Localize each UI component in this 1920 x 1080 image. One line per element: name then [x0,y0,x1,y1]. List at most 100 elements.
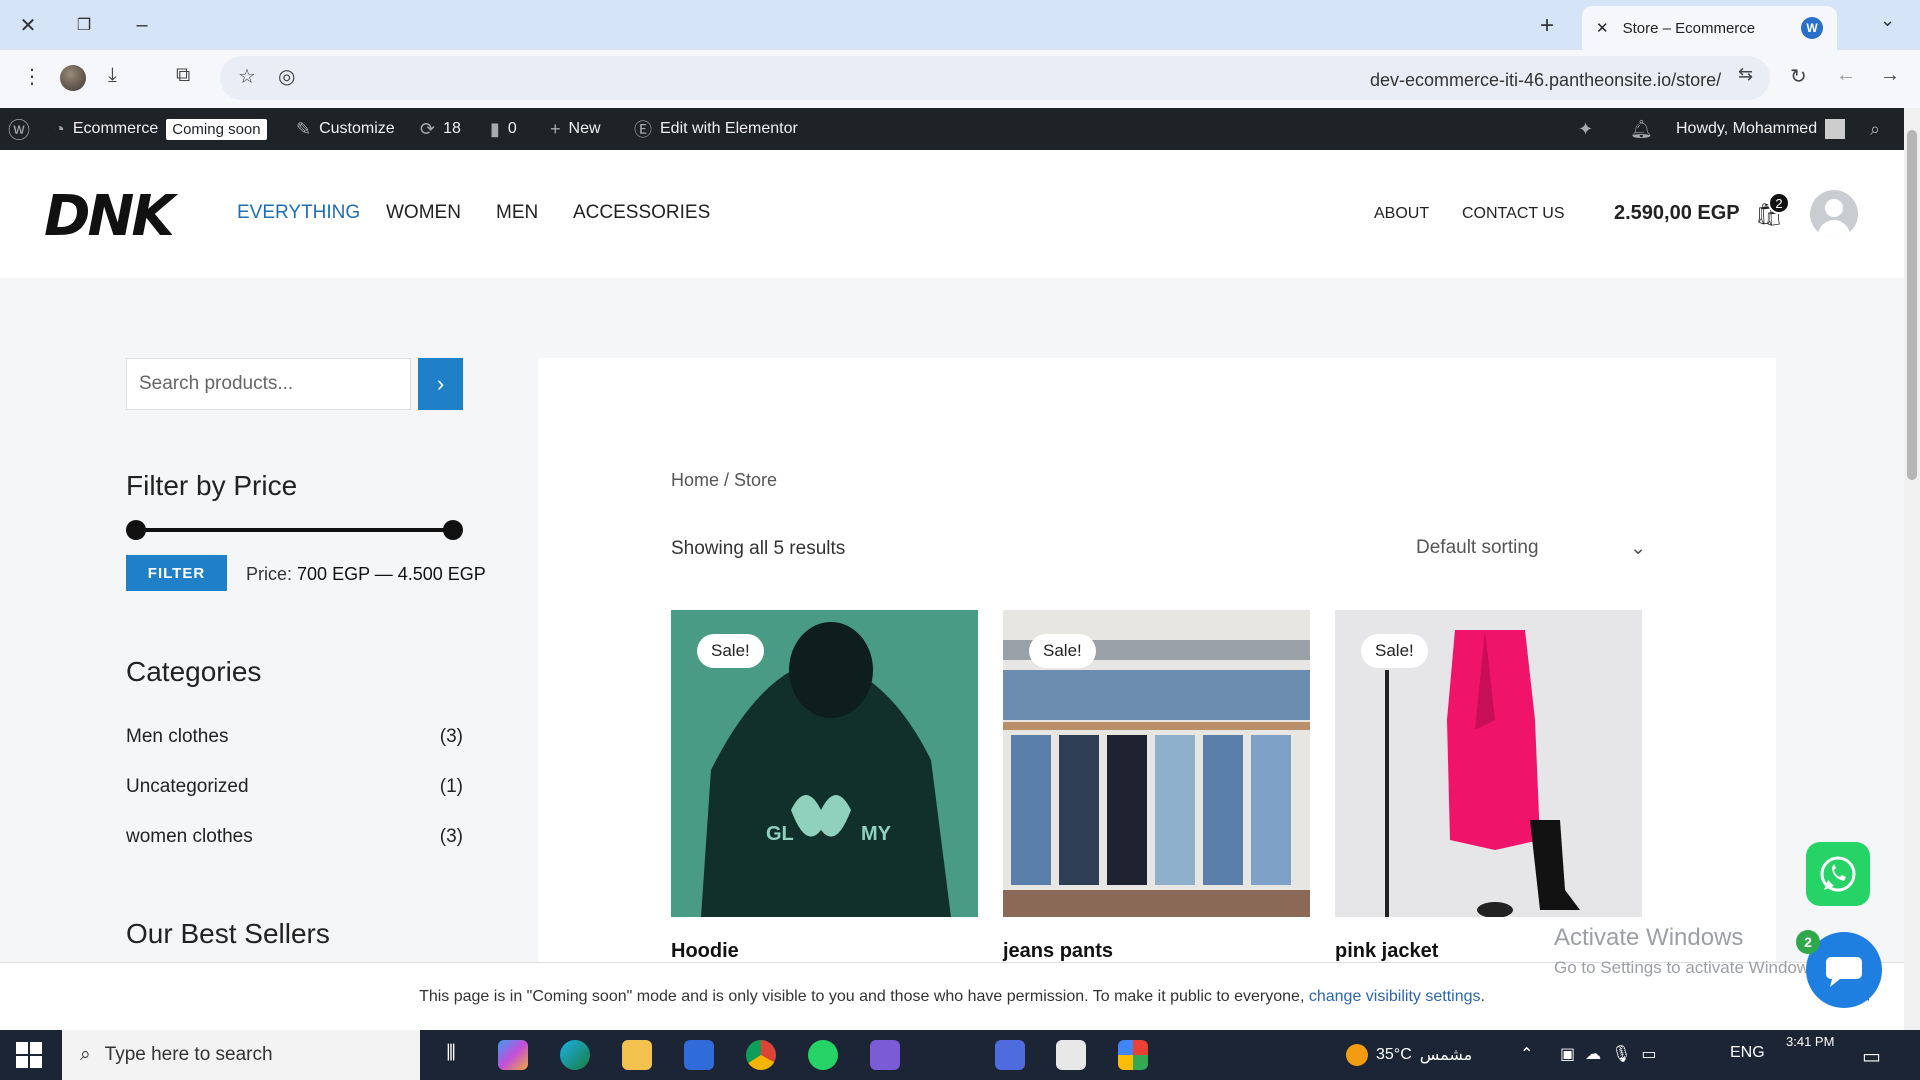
site-header: DNK EVERYTHING WOMEN MEN ACCESSORIES ABO… [0,150,1904,278]
edit-elementor-button[interactable]: Ⓔ Edit with Elementor [634,108,798,150]
customize-button[interactable]: ✎ Customize [296,108,395,150]
updates-button[interactable]: ⟳ 18 [420,108,461,150]
cart-total[interactable]: 2.590,00 EGP [1614,202,1740,225]
tab-search-chevron-icon[interactable]: ⌄ [1880,10,1895,31]
weather-text: مشمس [1419,1047,1473,1064]
whatsapp-taskbar-icon[interactable] [808,1040,838,1070]
browser-tab[interactable]: ✕ Store – Ecommerce W [1582,6,1837,50]
updates-count: 18 [443,120,461,137]
windows-start-icon[interactable] [16,1042,42,1068]
site-name-menu[interactable]: ◔ Ecommerce Coming soon [54,108,267,150]
price-slider-track[interactable] [134,528,454,532]
user-avatar[interactable] [1810,190,1858,238]
elementor-label: Edit with Elementor [660,120,798,137]
product-image-jeans[interactable]: Sale! [1003,610,1310,917]
scrollbar-thumb[interactable] [1907,130,1917,480]
product-image-hoodie[interactable]: GL MY Sale! [671,610,978,917]
notifications-icon[interactable]: ▭ [1862,1044,1881,1069]
close-tab-icon[interactable]: ✕ [1596,19,1609,37]
extensions-icon[interactable]: ⧉ [176,64,190,87]
nav-contact-us[interactable]: CONTACT US [1462,205,1565,223]
language-indicator[interactable]: ENG [1730,1044,1765,1062]
download-icon[interactable]: ⤓ [108,64,117,87]
taskbar-search[interactable]: ⌕ Type here to search [62,1030,420,1080]
new-tab-icon[interactable]: + [1540,12,1554,40]
office-icon[interactable] [1118,1040,1148,1070]
filter-button[interactable]: FILTER [126,555,227,591]
notification-bell-icon[interactable]: 🔔︎ [1630,108,1653,150]
url-text[interactable]: dev-ecommerce-iti-46.pantheonsite.io/sto… [1370,70,1721,91]
bookmark-star-icon[interactable]: ☆ [238,64,256,89]
price-slider-max-handle[interactable] [443,520,463,540]
admin-search-icon[interactable]: ⌕ [1870,108,1880,150]
coming-soon-badge[interactable]: Coming soon [166,118,267,140]
category-name[interactable]: women clothes [126,826,253,848]
nav-men[interactable]: MEN [496,202,538,224]
site-logo[interactable]: DNK [44,184,175,249]
category-count: (1) [439,776,463,797]
category-item[interactable]: Men clothes (3) [126,726,463,748]
sorting-select[interactable]: Default sorting ⌄ [1416,528,1646,568]
comments-button[interactable]: ▮ 0 [490,108,517,150]
whatsapp-button[interactable] [1806,842,1870,906]
store-icon[interactable] [684,1040,714,1070]
tab-title: Store – Ecommerce [1622,19,1756,37]
product-title[interactable]: pink jacket [1335,940,1438,963]
product-title[interactable]: Hoodie [671,940,739,963]
notice-text: This page is in "Coming soon" mode and i… [419,987,1305,1005]
categories-heading: Categories [126,656,262,687]
eye-off-icon[interactable]: ◎ [278,64,295,89]
forward-icon[interactable]: → [1880,64,1900,87]
search-input[interactable]: Search products... [126,358,411,410]
dashboard-icon: ◔ [54,118,65,139]
breadcrumb[interactable]: Home / Store [671,470,777,491]
weather-temp: 35°C [1376,1046,1412,1063]
updates-icon: ⟳ [420,118,436,139]
price-slider-min-handle[interactable] [126,520,146,540]
system-tray-icons[interactable]: ▣☁︎🎙︎▭ [1560,1044,1667,1064]
activate-windows-subtitle: Go to Settings to activate Windows. [1554,958,1823,977]
app-icon[interactable] [870,1040,900,1070]
category-name[interactable]: Men clothes [126,726,228,748]
close-window-icon[interactable]: ✕ [10,10,46,40]
menu-dots-icon[interactable]: ⋮ [22,64,42,89]
clock[interactable]: 3:41 PM [1786,1034,1834,1049]
result-count: Showing all 5 results [671,538,846,559]
new-content-button[interactable]: + New [550,108,601,150]
task-view-icon[interactable]: ⫴ [436,1040,466,1070]
wp-logo-icon[interactable]: ⓦ [8,108,30,150]
nav-women[interactable]: WOMEN [386,202,461,224]
product-title[interactable]: jeans pants [1003,940,1113,963]
chat-count-badge: 2 [1796,930,1820,954]
back-icon[interactable]: ← [1836,64,1856,87]
file-explorer-icon[interactable] [622,1040,652,1070]
reload-icon[interactable]: ↻ [1790,64,1807,89]
search-submit-button[interactable]: › [418,358,463,410]
nav-accessories[interactable]: ACCESSORIES [573,202,710,224]
teams-icon[interactable] [995,1040,1025,1070]
app-cube-icon[interactable] [1056,1040,1086,1070]
sale-badge: Sale! [697,634,764,668]
price-label: Price: [246,564,293,584]
edge-icon[interactable] [560,1040,590,1070]
category-item[interactable]: Uncategorized (1) [126,776,463,798]
activate-windows-title: Activate Windows [1554,924,1744,951]
profile-avatar[interactable] [60,65,86,91]
chrome-icon[interactable] [746,1040,776,1070]
product-image-pink-jacket[interactable]: Sale! [1335,610,1642,917]
account-menu[interactable]: Howdy, Mohammed [1676,108,1846,150]
tray-chevron-icon[interactable]: ⌃ [1520,1044,1533,1064]
howdy-text: Howdy, Mohammed [1676,120,1818,137]
visibility-settings-link[interactable]: change visibility settings [1309,988,1481,1006]
copilot-icon[interactable] [498,1040,528,1070]
ai-sparkle-icon[interactable]: ✦ [1578,108,1593,150]
nav-about[interactable]: ABOUT [1374,205,1429,223]
site-settings-icon[interactable]: ⇆ [1738,64,1753,85]
category-name[interactable]: Uncategorized [126,776,249,798]
nav-everything[interactable]: EVERYTHING [237,202,360,224]
weather-widget[interactable]: 35°C مشمس [1346,1044,1472,1066]
category-item[interactable]: women clothes (3) [126,826,463,848]
customize-label: Customize [319,120,395,137]
restore-window-icon[interactable]: ❐ [66,10,102,40]
minimize-window-icon[interactable]: – [124,10,160,40]
